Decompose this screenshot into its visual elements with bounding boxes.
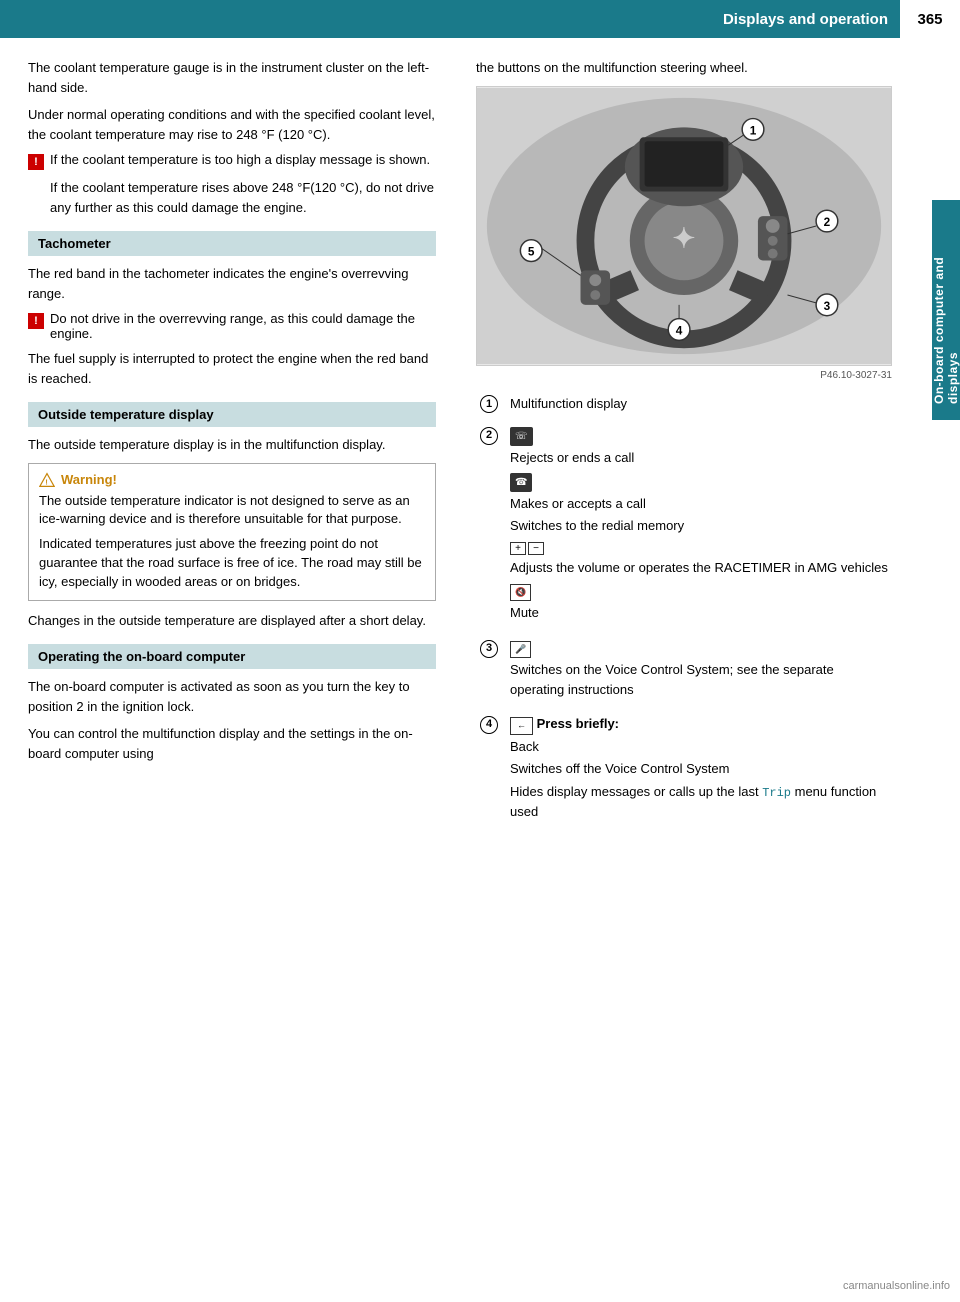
changes-para: Changes in the outside temperature are d… [28,611,436,631]
phone-accept-icon-row: ☎ [510,471,888,494]
item2-line3: Switches to the redial memory [510,516,888,536]
tachometer-para: The red band in the tachometer indicates… [28,264,436,303]
item4-line3: Hides display messages or calls up the l… [510,782,888,822]
warning-triangle-icon: ! [39,472,55,488]
steering-wheel-svg: ✦ [477,87,891,365]
item4-line2: Switches off the Voice Control System [510,759,888,779]
image-label: P46.10-3027-31 [476,370,892,381]
coolant-para2: Under normal operating conditions and wi… [28,105,436,144]
coolant-para1: The coolant temperature gauge is in the … [28,58,436,97]
header-title: Displays and operation [0,11,900,28]
vol-plus-icon: + [510,542,526,555]
desc-row-2: 2 ☏ Rejects or ends a call ☎ Makes or ac… [476,422,892,629]
back-icon-row: ← Press briefly: [510,714,888,737]
warning-para2: Indicated temperatures just above the fr… [39,535,425,592]
svg-text:!: ! [45,477,47,486]
section-onboard: Operating the on-board computer [28,644,436,669]
danger-text-1-indent: If the coolant temperature rises above 2… [28,178,436,217]
item4-bold: Press briefly: [537,716,619,731]
danger-text-1: If the coolant temperature is too high a… [50,152,430,167]
svg-text:2: 2 [824,215,831,229]
item3-line1: Switches on the Voice Control System; se… [510,660,888,699]
svg-text:1: 1 [750,123,757,137]
item2-line2: Makes or accepts a call [510,494,888,514]
header-bar: Displays and operation 365 [0,0,960,38]
tachometer-para2: The fuel supply is interrupted to protec… [28,349,436,388]
onboard-para2: You can control the multifunction displa… [28,724,436,763]
item2-line4: Adjusts the volume or operates the RACET… [510,558,888,578]
item2-line1: Rejects or ends a call [510,448,888,468]
danger-note-2: ! Do not drive in the overrevving range,… [28,311,436,341]
onboard-para1: The on-board computer is activated as so… [28,677,436,716]
desc-content-3: 🎤 Switches on the Voice Control System; … [506,635,892,706]
mute-icon: 🔇 [510,584,531,602]
voice-icon: 🎤 [510,641,531,659]
volume-icons: + − [510,542,544,555]
left-column: The coolant temperature gauge is in the … [0,38,460,847]
svg-text:5: 5 [528,244,535,258]
desc-row-1: 1 Multifunction display [476,391,892,417]
desc-row-4: 4 ← Press briefly: Back Switches off the… [476,711,892,827]
danger-note-1: ! If the coolant temperature is too high… [28,152,436,170]
svg-text:3: 3 [824,298,831,312]
warning-box: ! Warning! The outside temperature indic… [28,463,436,601]
desc-content-4: ← Press briefly: Back Switches off the V… [506,711,892,827]
danger-icon-1: ! [28,154,44,170]
back-icon: ← [510,717,533,735]
desc-row-3: 3 🎤 Switches on the Voice Control System… [476,635,892,706]
right-column: the buttons on the multifunction steerin… [460,38,932,847]
desc-num-3: 3 [476,635,506,706]
steering-wheel-image: ✦ [476,86,892,366]
desc-num-1: 1 [476,391,506,417]
desc-content-1: Multifunction display [506,391,892,417]
watermark: carmanualsonline.info [843,1280,950,1292]
desc-table: 1 Multifunction display 2 [476,391,892,828]
mute-icon-row: 🔇 [510,581,888,604]
section-tachometer: Tachometer [28,231,436,256]
danger-text-2: Do not drive in the overrevving range, a… [50,311,436,341]
header-page-number: 365 [900,0,960,38]
phone-end-icon: ☏ [510,427,533,446]
trip-text: Trip [762,786,791,800]
svg-text:4: 4 [676,323,683,337]
item2-line5: Mute [510,603,888,623]
outside-para: The outside temperature display is in th… [28,435,436,455]
warning-para1: The outside temperature indicator is not… [39,492,425,530]
onboard-para2-cont: the buttons on the multifunction steerin… [476,58,892,78]
voice-icon-row: 🎤 [510,638,888,661]
phone-end-icon-row: ☏ [510,425,888,448]
danger-icon-2: ! [28,313,44,329]
desc-num-4: 4 [476,711,506,827]
phone-accept-icon: ☎ [510,473,532,492]
page-container: The coolant temperature gauge is in the … [0,38,960,847]
desc-content-2: ☏ Rejects or ends a call ☎ Makes or acce… [506,422,892,629]
svg-text:✦: ✦ [672,222,695,253]
vol-minus-icon: − [528,542,544,555]
section-outside: Outside temperature display [28,402,436,427]
desc-num-2: 2 [476,422,506,629]
warning-title: ! Warning! [39,472,425,488]
item4-line1: Back [510,737,888,757]
